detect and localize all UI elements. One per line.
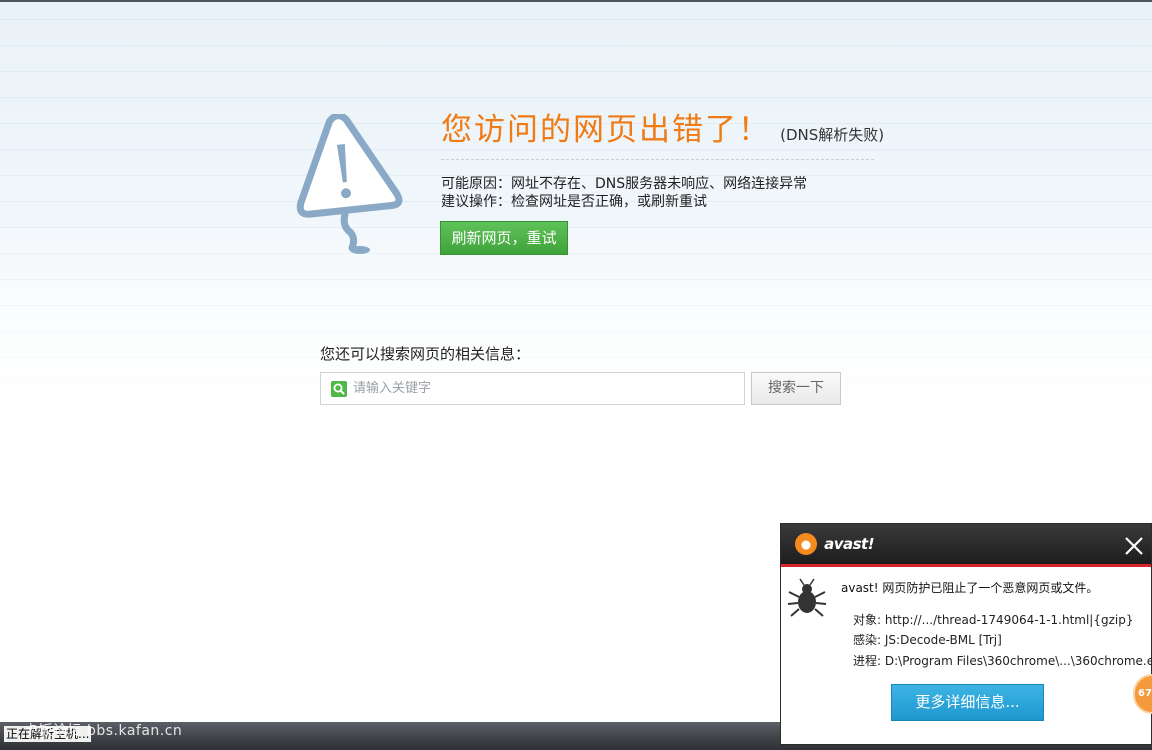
- search-hint: 您还可以搜索网页的相关信息：: [320, 345, 531, 363]
- target-value: http://.../thread-1749064-1-1.html|{gzip…: [884, 613, 1134, 627]
- error-heading: 您访问的网页出错了！ (DNS解析失败): [441, 104, 884, 149]
- forum-watermark: 卡饭论坛 bbs.kafan.cn: [24, 723, 183, 739]
- search-input[interactable]: [353, 373, 741, 404]
- search-button[interactable]: 搜索一下: [751, 372, 841, 405]
- process-row: 进程: D:\Program Files\360chrome\...\360ch…: [853, 652, 1152, 669]
- dashed-divider: [441, 159, 874, 160]
- block-message: avast! 网页防护已阻止了一个恶意网页或文件。: [841, 581, 1099, 595]
- close-icon[interactable]: [1123, 535, 1145, 557]
- process-value: D:\Program Files\360chrome\...\360chrome…: [884, 654, 1152, 668]
- avast-header: avast!: [781, 524, 1151, 567]
- infection-label: 感染:: [853, 633, 882, 647]
- suggested-action: 建议操作：检查网址是否正确，或刷新重试: [441, 194, 707, 210]
- page-title: 您访问的网页出错了！: [441, 112, 771, 148]
- target-row: 对象: http://.../thread-1749064-1-1.html|{…: [853, 611, 1134, 628]
- warning-sign-icon: [296, 114, 403, 254]
- search-box[interactable]: [320, 372, 745, 405]
- avast-logo-icon: [795, 533, 817, 555]
- refresh-retry-button[interactable]: 刷新网页，重试: [440, 221, 568, 255]
- target-label: 对象:: [853, 613, 882, 627]
- infection-row: 感染: JS:Decode-BML [Trj]: [853, 631, 1002, 648]
- avast-logo: avast!: [795, 533, 875, 559]
- possible-reason: 可能原因：网址不存在、DNS服务器未响应、网络连接异常: [441, 176, 808, 192]
- bug-icon: [787, 578, 827, 617]
- search-icon: [331, 381, 347, 397]
- avast-brand: avast!: [824, 535, 875, 553]
- avast-notification: avast! avast! 网页防护已阻止了一个恶意网页或文件。 对象: htt…: [780, 523, 1152, 745]
- more-details-button[interactable]: 更多详细信息...: [891, 684, 1044, 721]
- infection-value: JS:Decode-BML [Trj]: [884, 633, 1002, 647]
- process-label: 进程:: [853, 654, 882, 668]
- error-type: (DNS解析失败): [780, 126, 885, 144]
